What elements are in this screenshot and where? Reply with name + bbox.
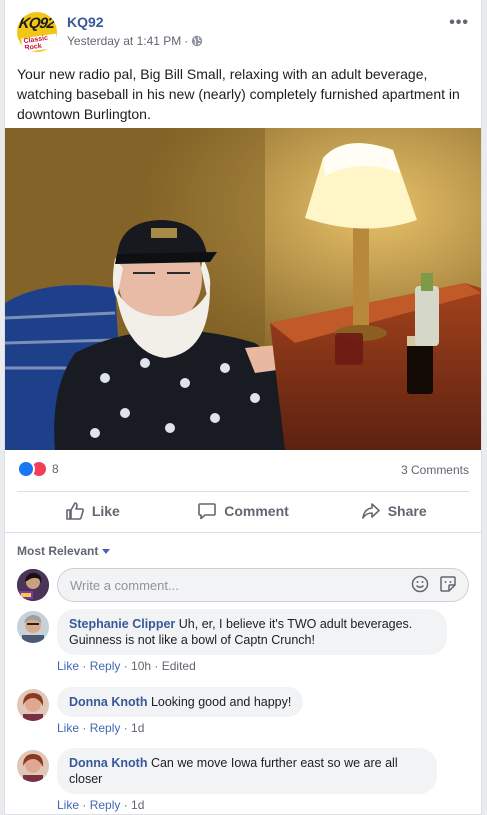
page-logo[interactable]: KQ92 Classic Rock <box>17 12 57 52</box>
avatar[interactable] <box>17 611 49 643</box>
comment-time[interactable]: 1d <box>131 798 144 812</box>
emoji-icon[interactable] <box>411 575 429 593</box>
composer-icons <box>411 575 457 593</box>
divider <box>17 491 469 492</box>
thumbs-up-icon <box>66 502 84 520</box>
comment-text: Looking good and happy! <box>150 695 292 709</box>
sort-label: Most Relevant <box>17 544 99 558</box>
sort-dropdown[interactable]: Most Relevant <box>17 544 111 558</box>
comment-author-link[interactable]: Donna Knoth <box>69 695 147 709</box>
comment-actions: Like · Reply · 10h · Edited <box>57 659 196 673</box>
post-header: KQ92 Classic Rock KQ92 Yesterday at 1:41… <box>17 12 469 56</box>
caret-down-icon <box>102 548 111 554</box>
comment-bubble: Donna Knoth Can we move Iowa further eas… <box>57 748 437 794</box>
post-timestamp[interactable]: Yesterday at 1:41 PM <box>67 34 181 48</box>
sticker-icon[interactable] <box>439 575 457 593</box>
comment-author-link[interactable]: Donna Knoth <box>69 756 147 770</box>
comment-item: Donna Knoth Can we move Iowa further eas… <box>17 748 469 798</box>
share-icon <box>361 503 380 519</box>
comment-button[interactable]: Comment <box>168 493 319 529</box>
comment-reply-link[interactable]: Reply <box>90 659 121 673</box>
comment-composer: Write a comment... <box>17 567 469 603</box>
globe-icon <box>192 35 203 47</box>
post-card: KQ92 Classic Rock KQ92 Yesterday at 1:41… <box>4 0 482 815</box>
comment-actions: Like · Reply · 1d <box>57 721 145 735</box>
avatar[interactable] <box>17 750 49 782</box>
post-actions: Like Comment Share <box>17 493 469 529</box>
avatar[interactable] <box>17 569 49 601</box>
more-options-icon[interactable]: ••• <box>449 14 469 32</box>
avatar[interactable] <box>17 689 49 721</box>
like-button[interactable]: Like <box>17 493 168 529</box>
comment-item: Donna Knoth Looking good and happy! <box>17 687 469 721</box>
share-label: Share <box>387 503 427 519</box>
post-stats: 8 3 Comments <box>17 458 469 482</box>
comment-actions: Like · Reply · 1d <box>57 798 145 812</box>
comment-like-link[interactable]: Like <box>57 659 79 673</box>
share-button[interactable]: Share <box>318 493 469 529</box>
logo-subtext: Classic Rock <box>21 33 57 52</box>
comment-bubble: Donna Knoth Looking good and happy! <box>57 687 304 717</box>
comment-reply-link[interactable]: Reply <box>90 721 121 735</box>
comments-section: Most Relevant Write a comment... Stephan… <box>5 532 481 814</box>
comment-author-link[interactable]: Stephanie Clipper <box>69 617 175 631</box>
comment-icon <box>198 503 217 520</box>
post-photo[interactable] <box>5 128 481 450</box>
comment-edited[interactable]: Edited <box>162 659 196 673</box>
comment-reply-link[interactable]: Reply <box>90 798 121 812</box>
comment-like-link[interactable]: Like <box>57 721 79 735</box>
page-name-link[interactable]: KQ92 <box>67 14 104 30</box>
meta-separator: · <box>184 34 189 48</box>
comment-like-link[interactable]: Like <box>57 798 79 812</box>
logo-text: KQ92 <box>17 15 56 32</box>
post-meta: Yesterday at 1:41 PM · <box>67 34 203 48</box>
reaction-count: 8 <box>52 462 59 476</box>
comment-count-link[interactable]: 3 Comments <box>401 463 469 477</box>
like-reaction-icon <box>17 460 35 478</box>
like-label: Like <box>91 503 120 519</box>
comment-label: Comment <box>224 503 289 519</box>
reactions-summary[interactable]: 8 <box>17 460 59 478</box>
post-body: Your new radio pal, Big Bill Small, rela… <box>17 66 460 122</box>
comment-time[interactable]: 1d <box>131 721 144 735</box>
comment-bubble: Stephanie Clipper Uh, er, I believe it's… <box>57 609 447 655</box>
comment-time[interactable]: 10h <box>131 659 151 673</box>
comment-input[interactable]: Write a comment... <box>57 568 469 602</box>
